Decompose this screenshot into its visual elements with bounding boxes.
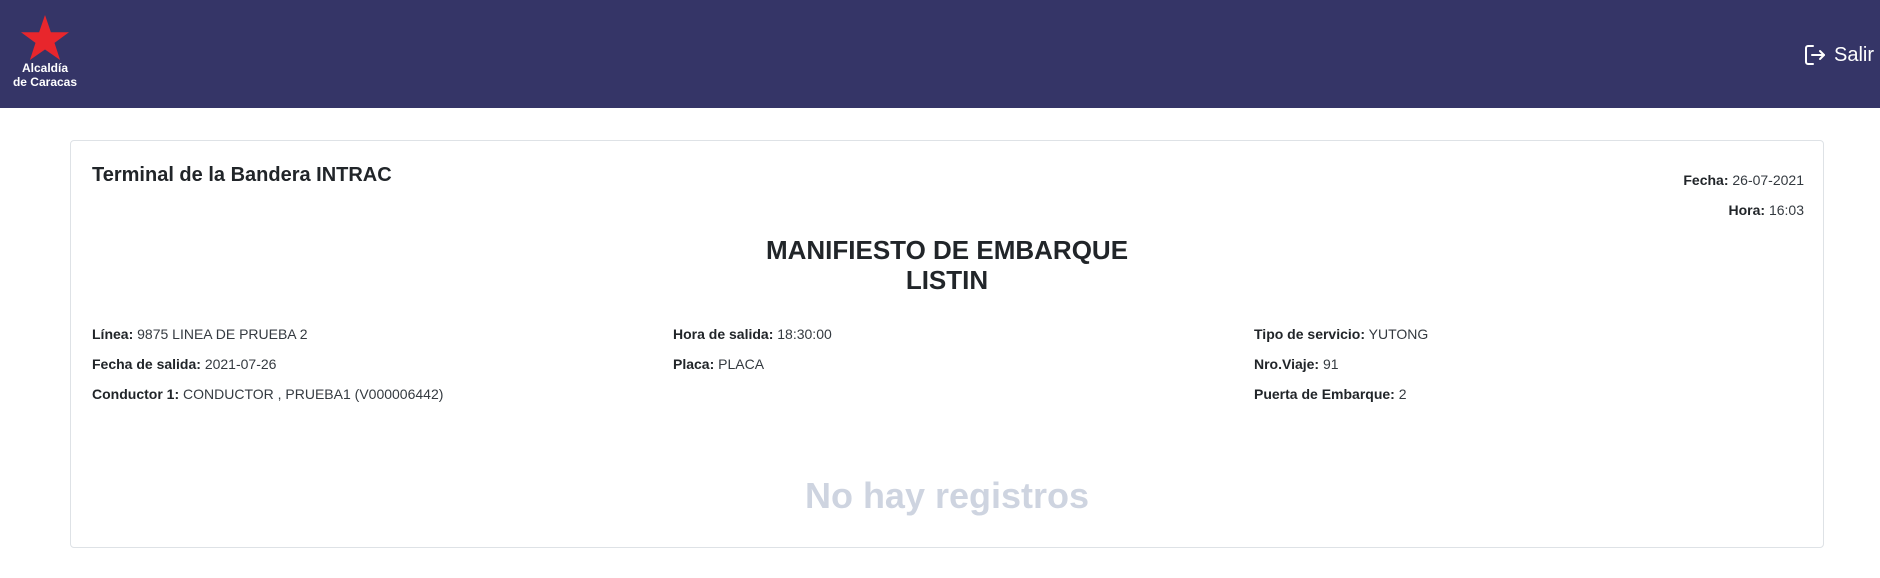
manifest-title-line-2: LISTIN	[905, 265, 989, 295]
alcaldia-logo[interactable]: Alcaldía de Caracas	[10, 14, 80, 96]
info-column-2: Hora de salida: 18:30:00 Placa: PLACA	[673, 325, 832, 385]
empty-state-message: No hay registros	[804, 475, 1090, 516]
fecha-salida-label: Fecha de salida:	[92, 356, 201, 372]
fecha-row: Fecha: 26-07-2021	[1683, 171, 1804, 201]
logout-icon	[1804, 45, 1825, 65]
linea-value: 9875 LINEA DE PRUEBA 2	[137, 326, 308, 342]
manifest-title: MANIFIESTO DE EMBARQUE LISTIN	[71, 235, 1823, 295]
conductor-label: Conductor 1:	[92, 386, 180, 402]
logout-button[interactable]: Salir	[1803, 42, 1874, 68]
info-column-1: Línea: 9875 LINEA DE PRUEBA 2 Fecha de s…	[92, 325, 443, 415]
nro-viaje-row: Nro.Viaje: 91	[1254, 355, 1428, 385]
nro-viaje-value: 91	[1323, 356, 1339, 372]
conductor-value: CONDUCTOR , PRUEBA1 (V000006442)	[183, 386, 444, 402]
linea-row: Línea: 9875 LINEA DE PRUEBA 2	[92, 325, 443, 355]
puerta-row: Puerta de Embarque: 2	[1254, 385, 1428, 415]
star-icon	[21, 15, 69, 60]
tipo-servicio-row: Tipo de servicio: YUTONG	[1254, 325, 1428, 355]
conductor-row: Conductor 1: CONDUCTOR , PRUEBA1 (V00000…	[92, 385, 443, 415]
logo-line-2: de Caracas	[12, 75, 78, 89]
hora-value: 16:03	[1768, 202, 1804, 218]
date-time-block: Fecha: 26-07-2021 Hora: 16:03	[1683, 171, 1804, 231]
hora-salida-value: 18:30:00	[777, 326, 832, 342]
fecha-value: 26-07-2021	[1732, 172, 1804, 188]
hora-label: Hora:	[1728, 202, 1766, 218]
manifest-title-line-1: MANIFIESTO DE EMBARQUE	[765, 235, 1129, 265]
logout-label: Salir	[1833, 43, 1874, 66]
top-navbar: Alcaldía de Caracas Salir	[0, 0, 1880, 108]
logo-line-1: Alcaldía	[21, 61, 69, 75]
hora-salida-label: Hora de salida:	[673, 326, 774, 342]
fecha-label: Fecha:	[1683, 172, 1729, 188]
manifest-card: Terminal de la Bandera INTRAC Fecha: 26-…	[70, 140, 1824, 548]
puerta-value: 2	[1398, 386, 1407, 402]
tipo-servicio-label: Tipo de servicio:	[1254, 326, 1365, 342]
linea-label: Línea:	[92, 326, 134, 342]
hora-row: Hora: 16:03	[1683, 201, 1805, 231]
puerta-label: Puerta de Embarque:	[1254, 386, 1395, 402]
placa-row: Placa: PLACA	[673, 355, 832, 385]
tipo-servicio-value: YUTONG	[1368, 326, 1429, 342]
placa-value: PLACA	[718, 356, 765, 372]
fecha-salida-value: 2021-07-26	[204, 356, 277, 372]
terminal-title: Terminal de la Bandera INTRAC	[92, 164, 392, 186]
placa-label: Placa:	[673, 356, 715, 372]
info-column-3: Tipo de servicio: YUTONG Nro.Viaje: 91 P…	[1254, 325, 1428, 415]
logo-text: Alcaldía de Caracas	[10, 61, 80, 89]
hora-salida-row: Hora de salida: 18:30:00	[673, 325, 832, 355]
fecha-salida-row: Fecha de salida: 2021-07-26	[92, 355, 443, 385]
nro-viaje-label: Nro.Viaje:	[1254, 356, 1320, 372]
